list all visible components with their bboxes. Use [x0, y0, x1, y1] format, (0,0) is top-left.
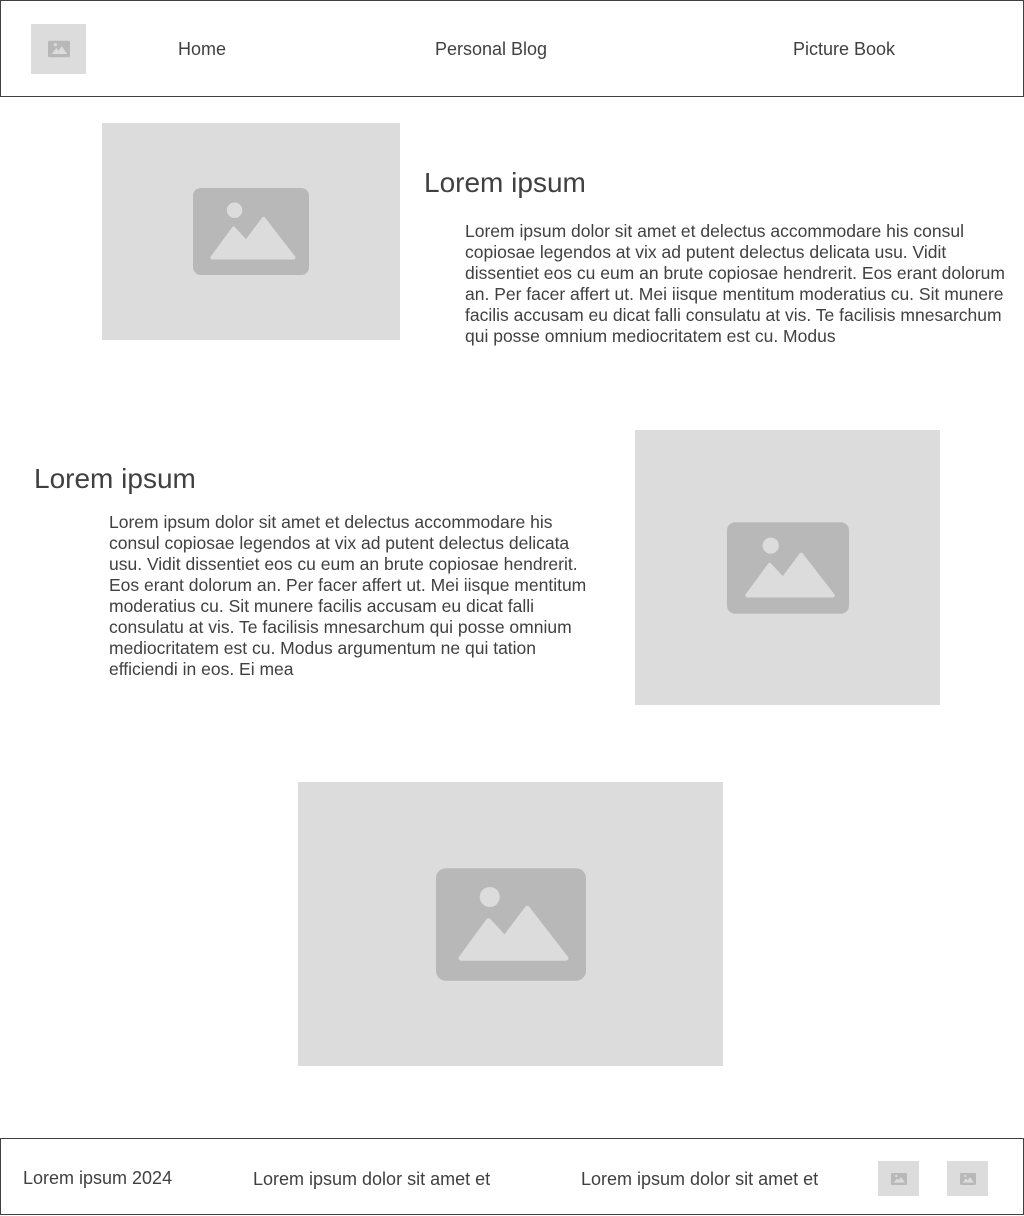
nav-personal-blog[interactable]: Personal Blog	[435, 38, 547, 60]
nav-home[interactable]: Home	[178, 38, 226, 60]
footer-icon-2[interactable]	[947, 1161, 988, 1196]
footer-copyright: Lorem ipsum 2024	[23, 1168, 173, 1188]
footer-icon-1[interactable]	[878, 1161, 919, 1196]
image-icon	[193, 188, 309, 275]
section-1-title: Lorem ipsum	[424, 167, 586, 198]
section-2-title: Lorem ipsum	[34, 463, 196, 494]
footer-link-1[interactable]: Lorem ipsum dolor sit amet et	[253, 1168, 490, 1190]
nav-picture-book[interactable]: Picture Book	[793, 38, 895, 60]
image-icon	[47, 40, 70, 58]
section-1-image	[102, 123, 400, 340]
section-2-image	[635, 430, 940, 705]
image-icon	[890, 1172, 907, 1185]
image-icon	[726, 521, 849, 614]
site-footer: Lorem ipsum 2024 Lorem ipsum dolor sit a…	[0, 1138, 1024, 1215]
feature-image	[298, 782, 723, 1066]
logo[interactable]	[31, 24, 86, 74]
image-icon	[435, 867, 586, 981]
section-2-body: Lorem ipsum dolor sit amet et delectus a…	[109, 512, 587, 679]
image-icon	[959, 1172, 976, 1185]
footer-link-2[interactable]: Lorem ipsum dolor sit amet et	[581, 1168, 818, 1190]
site-header: Home Personal Blog Picture Book	[0, 0, 1024, 97]
section-1-body: Lorem ipsum dolor sit amet et delectus a…	[465, 221, 1005, 346]
